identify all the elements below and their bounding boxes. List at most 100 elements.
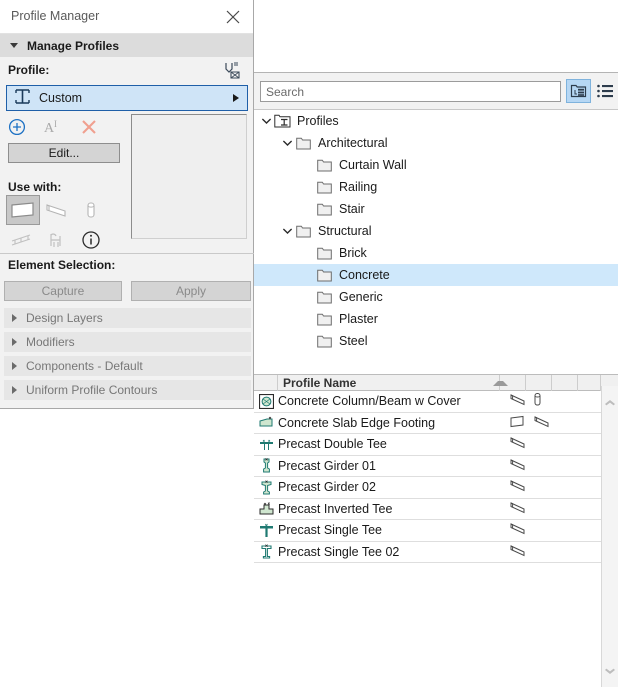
table-row[interactable]: Precast Girder 02 — [254, 477, 618, 499]
chevron-down-icon — [10, 43, 18, 48]
section-components-default-label: Components - Default — [26, 359, 143, 373]
profile-settings-icon[interactable] — [223, 60, 243, 83]
beam-icon — [509, 522, 526, 538]
tree-item-curtain-wall[interactable]: Curtain Wall — [254, 154, 618, 176]
manage-profiles-section-header[interactable]: Manage Profiles — [0, 34, 253, 57]
table-row[interactable]: Precast Single Tee 02 — [254, 542, 618, 564]
tree-item-railing[interactable]: Railing — [254, 176, 618, 198]
profile-name-cell: Concrete Slab Edge Footing — [278, 416, 618, 430]
profile-thumb-girder-02 — [254, 480, 278, 495]
tree-item-profiles[interactable]: Profiles — [254, 110, 618, 132]
wall-icon[interactable] — [6, 195, 40, 225]
chevron-down-icon[interactable] — [260, 110, 273, 132]
background-right-top — [254, 0, 618, 72]
beam-icon — [509, 544, 526, 560]
chevron-right-icon — [12, 362, 17, 370]
profile-thumb-single-tee — [254, 523, 278, 538]
tree-expander-placeholder — [302, 242, 315, 264]
tree-item-concrete[interactable]: Concrete — [254, 264, 618, 286]
section-components-default[interactable]: Components - Default — [4, 356, 251, 377]
profile-name-cell: Precast Girder 01 — [278, 459, 618, 473]
profile-thumb-girder-01 — [254, 458, 278, 473]
column-icon[interactable] — [74, 195, 108, 225]
folder-icon — [315, 291, 333, 304]
table-row[interactable]: Concrete Column/Beam w Cover — [254, 391, 618, 413]
section-uniform-profile-contours[interactable]: Uniform Profile Contours — [4, 380, 251, 401]
section-uniform-profile-contours-label: Uniform Profile Contours — [26, 383, 157, 397]
rename-text-icon: A I — [44, 118, 62, 139]
dialog-titlebar: Profile Manager — [0, 0, 253, 34]
search-input[interactable] — [260, 81, 561, 102]
column-header-mark-3 — [552, 375, 578, 391]
folder-icon — [315, 313, 333, 326]
beam-icon — [533, 415, 550, 431]
apply-button[interactable]: Apply — [131, 281, 251, 301]
folder-icon — [315, 181, 333, 194]
tree-item-label: Structural — [318, 224, 372, 238]
column-header-mark-4 — [578, 375, 601, 391]
chevron-down-icon[interactable] — [281, 220, 294, 242]
beam-icon[interactable] — [40, 195, 74, 225]
column-header-profile-name-label: Profile Name — [278, 376, 356, 390]
list-view-icon[interactable] — [594, 79, 616, 103]
folder-icon — [315, 159, 333, 172]
folder-icon — [315, 247, 333, 260]
profile-name-cell: Precast Girder 02 — [278, 480, 618, 494]
profile-list-body[interactable]: Concrete Column/Beam w Cover Concrete Sla… — [254, 391, 618, 687]
table-row[interactable]: Concrete Slab Edge Footing — [254, 413, 618, 435]
profile-label: Profile: — [8, 63, 49, 77]
folder-icon — [315, 269, 333, 282]
tree-item-generic[interactable]: Generic — [254, 286, 618, 308]
use-with-row-2 — [6, 225, 122, 255]
profile-dropdown[interactable]: Custom — [6, 85, 248, 111]
tree-expander-placeholder — [302, 286, 315, 308]
tree-item-steel[interactable]: Steel — [254, 330, 618, 352]
info-icon[interactable] — [74, 225, 108, 255]
tree-item-architectural[interactable]: Architectural — [254, 132, 618, 154]
use-with-row-1 — [6, 195, 122, 225]
tree-item-structural[interactable]: Structural — [254, 220, 618, 242]
plus-circle-icon[interactable] — [8, 118, 26, 139]
edit-button[interactable]: Edit... — [8, 143, 120, 163]
table-row[interactable]: Precast Single Tee — [254, 520, 618, 542]
table-row[interactable]: Precast Inverted Tee — [254, 499, 618, 521]
object-furniture-icon[interactable] — [40, 225, 74, 255]
column-header-mark-1 — [500, 375, 526, 391]
tree-expander-placeholder — [302, 264, 315, 286]
column-header-profile-name[interactable]: Profile Name — [278, 375, 500, 391]
beam-icon — [509, 458, 526, 474]
chevron-right-icon — [12, 314, 17, 322]
profile-thumb-slab-edge-footing — [254, 415, 278, 430]
railing-icon[interactable] — [6, 225, 40, 255]
tree-expander-placeholder — [302, 154, 315, 176]
tree-item-brick[interactable]: Brick — [254, 242, 618, 264]
search-toolbar — [254, 72, 618, 110]
tree-item-label: Steel — [339, 334, 368, 348]
tree-item-plaster[interactable]: Plaster — [254, 308, 618, 330]
wall-icon — [509, 415, 526, 431]
profile-folder-tree[interactable]: Profiles ArchitecturalCurtain WallRailing… — [254, 110, 618, 374]
chevron-down-icon[interactable] — [602, 663, 618, 679]
table-row[interactable]: Precast Girder 01 — [254, 456, 618, 478]
profile-name-cell: Precast Double Tee — [278, 437, 618, 451]
profile-name-cell: Precast Single Tee 02 — [278, 545, 618, 559]
tree-item-label: Profiles — [297, 114, 339, 128]
capture-button[interactable]: Capture — [4, 281, 122, 301]
tree-view-icon[interactable] — [566, 79, 591, 103]
tree-item-stair[interactable]: Stair — [254, 198, 618, 220]
section-modifiers[interactable]: Modifiers — [4, 332, 251, 353]
section-design-layers[interactable]: Design Layers — [4, 308, 251, 329]
profile-action-icons: A I — [8, 118, 98, 139]
folder-icon — [294, 225, 312, 238]
usage-marks — [509, 542, 526, 563]
table-row[interactable]: Precast Double Tee — [254, 434, 618, 456]
profile-thumb-single-tee-02 — [254, 544, 278, 559]
divider — [0, 253, 254, 254]
list-vertical-scrollbar[interactable] — [601, 386, 618, 687]
chevron-down-icon[interactable] — [281, 132, 294, 154]
chevron-right-icon — [12, 386, 17, 394]
close-icon[interactable] — [213, 0, 253, 33]
folder-icon — [315, 335, 333, 348]
beam-icon — [509, 501, 526, 517]
chevron-up-icon[interactable] — [602, 394, 618, 410]
